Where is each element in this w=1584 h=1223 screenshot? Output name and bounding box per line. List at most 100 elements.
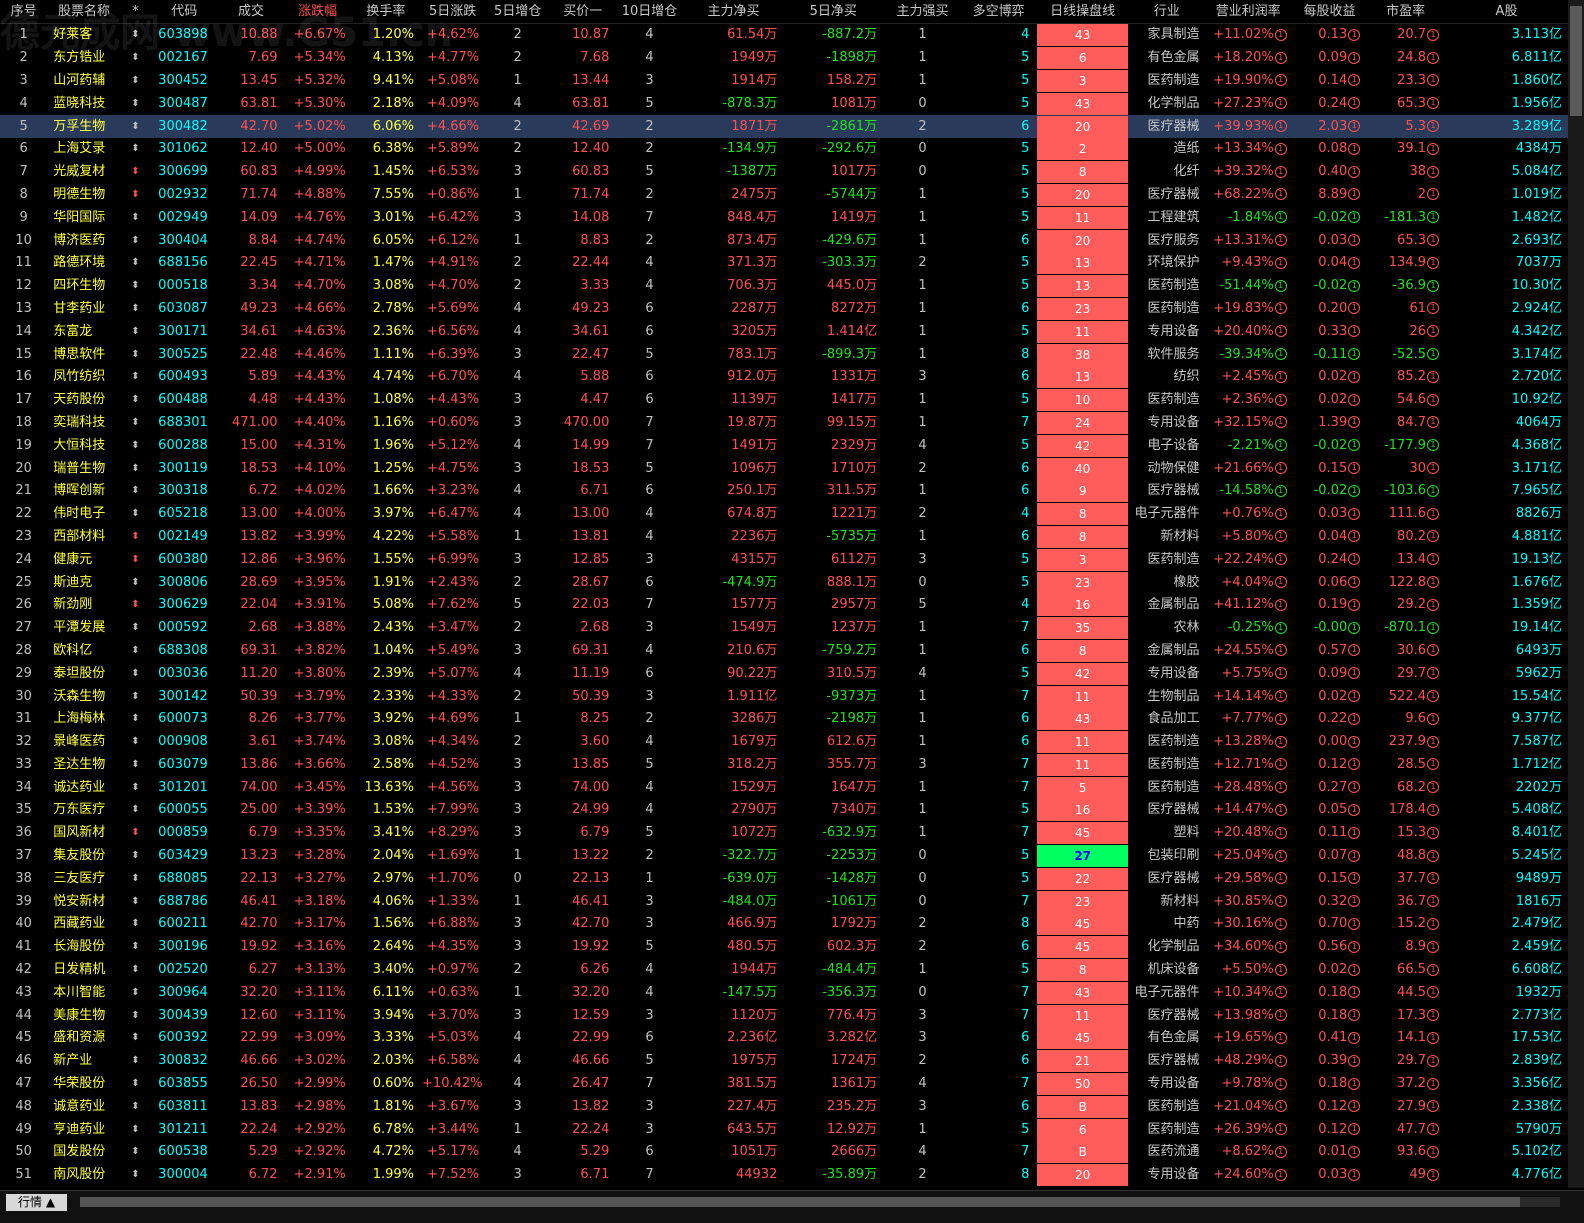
price: 42.70 xyxy=(218,115,284,138)
table-row[interactable]: 30 沃森生物 ⬍ 300142 50.39 +3.79% 2.33% +4.33% 2 50.3… xyxy=(0,685,1568,708)
table-row[interactable]: 43 本川智能 ⬍ 300964 32.20 +3.11% 6.11% +0.63% 1 32.2… xyxy=(0,981,1568,1004)
column-header[interactable]: 10日增仓 xyxy=(615,0,684,24)
table-row[interactable]: 39 悦安新材 ⬍ 688786 46.41 +3.18% 4.06% +1.33% 1 46.4… xyxy=(0,890,1568,913)
table-row[interactable]: 19 大恒科技 ⬍ 600288 15.00 +4.31% 1.96% +5.12% 4 14.9… xyxy=(0,434,1568,457)
table-row[interactable]: 21 博晖创新 ⬍ 300318 6.72 +4.02% 1.66% +3.23% 4 6.71 6… xyxy=(0,480,1568,503)
bull-bear-game: 6 xyxy=(1021,300,1030,316)
profit-margin: +30.85% 1 xyxy=(1203,890,1292,913)
table-row[interactable]: 25 斯迪克 ⬍ 300806 28.69 +3.95% 1.91% +2.43% 2 28.67… xyxy=(0,571,1568,594)
column-header[interactable]: 涨跌幅 xyxy=(283,0,352,24)
table-row[interactable]: 26 新劲刚 ⬍ 300629 22.04 +3.91% 5.08% +7.62% 5 22.03… xyxy=(0,594,1568,617)
table-row[interactable]: 32 景峰医药 ⬍ 000908 3.61 +3.74% 3.08% +4.34% 2 3.60 4… xyxy=(0,731,1568,754)
table-row[interactable]: 38 三友医疗 ⬍ 688085 22.13 +3.27% 2.97% +1.70% 0 22.1… xyxy=(0,867,1568,890)
horizontal-scrollbar[interactable] xyxy=(80,1197,1560,1207)
profit-margin: +19.90% 1 xyxy=(1203,70,1292,93)
table-row[interactable]: 24 健康元 ⬍ 600380 12.86 +3.96% 1.55% +6.99% 3 12.85… xyxy=(0,548,1568,571)
column-header[interactable]: 市盈率 xyxy=(1366,0,1445,24)
table-row[interactable]: 29 泰坦股份 ⬍ 003036 11.20 +3.80% 2.39% +5.07% 4 11.1… xyxy=(0,662,1568,685)
industry: 医药制造 xyxy=(1147,300,1200,316)
table-row[interactable]: 10 博济医药 ⬍ 300404 8.84 +4.74% 6.05% +6.12% 1 8.83 2… xyxy=(0,229,1568,252)
column-header[interactable]: * xyxy=(120,0,151,24)
column-header[interactable]: 5日涨跌 xyxy=(420,0,486,24)
table-row[interactable]: 1 好莱客 ⬍ 603898 10.88 +6.67% 1.20% +4.62% 2 10.87 4… xyxy=(0,24,1568,47)
table-row[interactable]: 28 欧科亿 ⬍ 688308 69.31 +3.82% 1.04% +5.49% 3 69.31… xyxy=(0,639,1568,663)
table-row[interactable]: 15 博思软件 ⬍ 300525 22.48 +4.46% 1.11% +6.39% 3 22.4… xyxy=(0,343,1568,366)
column-header[interactable]: 5日增仓 xyxy=(485,0,551,24)
table-row[interactable]: 12 四环生物 ⬍ 000518 3.34 +4.70% 3.08% +4.70% 2 3.33 4… xyxy=(0,275,1568,298)
table-row[interactable]: 50 国发股份 ⬍ 600538 5.29 +2.92% 4.72% +5.17% 4 5.29 6… xyxy=(0,1141,1568,1164)
table-row[interactable]: 46 新产业 ⬍ 300832 46.66 +3.02% 2.03% +6.58% 4 46.66… xyxy=(0,1050,1568,1073)
a-shares: 10.30亿 xyxy=(1511,278,1562,294)
row-marker: ⬍ xyxy=(131,872,140,884)
column-header[interactable]: 换手率 xyxy=(351,0,421,24)
column-header[interactable]: 主力净买 xyxy=(683,0,784,24)
scroll-thumb[interactable] xyxy=(1570,6,1582,116)
five-day-change: +3.67% xyxy=(426,1098,480,1114)
five-day-change: +5.08% xyxy=(426,72,480,88)
table-row[interactable]: 20 瑞普生物 ⬍ 300119 18.53 +4.10% 1.25% +4.75% 3 18.5… xyxy=(0,457,1568,480)
table-row[interactable]: 47 华荣股份 ⬍ 603855 26.50 +2.99% 0.60% +10.42% 4 26.… xyxy=(0,1073,1568,1096)
column-header[interactable]: 代码 xyxy=(150,0,219,24)
table-row[interactable]: 37 集友股份 ⬍ 603429 13.23 +3.28% 2.04% +1.69% 1 13.2… xyxy=(0,845,1568,868)
main-net-buy: 1491万 xyxy=(731,437,778,453)
row-index: 1 xyxy=(19,27,28,43)
column-header[interactable]: 序号 xyxy=(0,0,48,24)
column-header[interactable]: 买价一 xyxy=(550,0,616,24)
table-row[interactable]: 34 诚达药业 ⬍ 301201 74.00 +3.45% 13.63% +4.56% 3 74.… xyxy=(0,776,1568,799)
table-row[interactable]: 5 万孚生物 ⬍ 300482 42.70 +5.02% 6.06% +4.66% 2 42.69… xyxy=(0,115,1568,138)
table-row[interactable]: 6 上海艾录 ⬍ 301062 12.40 +5.00% 6.38% +5.89% 2 12.40… xyxy=(0,138,1568,161)
main-strong-buy: 2 xyxy=(918,255,927,271)
bull-bear-game: 5 xyxy=(1021,870,1030,886)
table-row[interactable]: 18 奕瑞科技 ⬍ 688301 471.00 +4.40% 1.16% +0.60% 3 470… xyxy=(0,411,1568,435)
table-row[interactable]: 7 光威复材 ⬍ 300699 60.83 +4.99% 1.45% +6.53% 3 60.83… xyxy=(0,161,1568,184)
column-header[interactable]: 主力强买 xyxy=(883,0,962,24)
vertical-scrollbar[interactable] xyxy=(1568,0,1584,1188)
table-row[interactable]: 17 天药股份 ⬍ 600488 4.48 +4.43% 1.08% +4.43% 3 4.47 6… xyxy=(0,389,1568,412)
table-row[interactable]: 14 东富龙 ⬍ 300171 34.61 +4.63% 2.36% +6.56% 4 34.61… xyxy=(0,320,1568,343)
a-shares: 4384万 xyxy=(1515,141,1562,157)
tab-quotes[interactable]: 行情 ▲ xyxy=(6,1194,68,1211)
table-row[interactable]: 11 路德环境 ⬍ 688156 22.45 +4.71% 1.47% +4.91% 2 22.4… xyxy=(0,252,1568,275)
table-row[interactable]: 35 万东医疗 ⬍ 600055 25.00 +3.39% 1.53% +7.99% 3 24.9… xyxy=(0,799,1568,822)
column-header[interactable]: A股 xyxy=(1445,0,1568,24)
table-row[interactable]: 13 甘李药业 ⬍ 603087 49.23 +4.66% 2.78% +5.69% 4 49.2… xyxy=(0,297,1568,321)
info-icon: 1 xyxy=(1348,120,1361,133)
price: 13.83 xyxy=(240,1098,278,1114)
five-day-position: 0 xyxy=(513,870,522,886)
table-row[interactable]: 49 亨迪药业 ⬍ 301211 22.24 +2.92% 6.78% +3.44% 1 22.2… xyxy=(0,1118,1568,1141)
column-header[interactable]: 行业 xyxy=(1129,0,1204,24)
table-row[interactable]: 16 凤竹纺织 ⬍ 600493 5.89 +4.43% 4.74% +6.70% 4 5.88 6… xyxy=(0,366,1568,389)
column-header[interactable]: 5日净买 xyxy=(783,0,884,24)
table-row[interactable]: 51 南风股份 ⬍ 300004 6.72 +2.91% 1.99% +7.52% 3 6.71 7… xyxy=(0,1164,1568,1187)
table-row[interactable]: 45 盛和资源 ⬍ 600392 22.99 +3.09% 3.33% +5.03% 4 22.9… xyxy=(0,1027,1568,1050)
table-row[interactable]: 33 圣达生物 ⬍ 603079 13.86 +3.66% 2.58% +4.52% 3 13.8… xyxy=(0,753,1568,777)
table-row[interactable]: 3 山河药辅 ⬍ 300452 13.45 +5.32% 9.41% +5.08% 1 13.44… xyxy=(0,69,1568,93)
column-header[interactable]: 成交 xyxy=(218,0,284,24)
h-scroll-thumb[interactable] xyxy=(80,1197,1520,1207)
table-row[interactable]: 4 蓝晓科技 ⬍ 300487 63.81 +5.30% 2.18% +4.09% 4 63.81… xyxy=(0,92,1568,115)
info-icon: 1 xyxy=(1348,826,1361,839)
column-header[interactable]: 股票名称 xyxy=(47,0,121,24)
row-marker: ⬍ xyxy=(131,713,140,725)
ten-day-position: 6 xyxy=(645,1030,654,1046)
table-row[interactable]: 41 长海股份 ⬍ 300196 19.92 +3.16% 2.64% +4.35% 3 19.9… xyxy=(0,936,1568,959)
table-row[interactable]: 44 美康生物 ⬍ 300439 12.60 +3.11% 3.94% +3.70% 3 12.5… xyxy=(0,1004,1568,1027)
column-header[interactable]: 多空博弈 xyxy=(961,0,1036,24)
table-row[interactable]: 36 国风新材 ⬍ 000859 6.79 +3.35% 3.41% +8.29% 3 6.79 5… xyxy=(0,822,1568,845)
five-day-position: 1 xyxy=(513,186,522,202)
column-header[interactable]: 每股收益 xyxy=(1292,0,1367,24)
table-row[interactable]: 9 华阳国际 ⬍ 002949 14.09 +4.76% 3.01% +6.42% 3 14.08… xyxy=(0,206,1568,229)
table-row[interactable]: 48 诚意药业 ⬍ 603811 13.83 +2.98% 1.81% +3.67% 3 13.8… xyxy=(0,1095,1568,1118)
column-header[interactable]: 营业利润率 xyxy=(1203,0,1293,24)
table-row[interactable]: 8 明德生物 ⬍ 002932 71.74 +4.88% 7.55% +0.86% 1 71.74… xyxy=(0,183,1568,207)
table-row[interactable]: 22 伟时电子 ⬍ 605218 13.00 +4.00% 3.97% +6.47% 4 13.0… xyxy=(0,503,1568,526)
table-row[interactable]: 42 日发精机 ⬍ 002520 6.27 +3.13% 3.40% +0.97% 2 6.26 4… xyxy=(0,959,1568,982)
bid-price: 11.19 xyxy=(572,665,610,681)
table-row[interactable]: 31 上海梅林 ⬍ 600073 8.26 +3.77% 3.92% +4.69% 1 8.25 2… xyxy=(0,708,1568,731)
table-row[interactable]: 27 平潭发展 ⬍ 000592 2.68 +3.88% 2.43% +3.47% 2 2.68 3… xyxy=(0,617,1568,640)
table-row[interactable]: 23 西部材料 ⬍ 002149 13.82 +3.99% 4.22% +5.58% 1 13.8… xyxy=(0,525,1568,549)
table-row[interactable]: 40 西藏药业 ⬍ 600211 42.70 +3.17% 1.56% +6.88% 3 42.7… xyxy=(0,913,1568,936)
profit-margin: +9.78% 1 xyxy=(1203,1073,1292,1096)
column-header[interactable]: 日线操盘线 xyxy=(1035,0,1130,24)
table-row[interactable]: 2 东方锆业 ⬍ 002167 7.69 +5.34% 4.13% +4.77% 2 7.68 4 1… xyxy=(0,47,1568,70)
